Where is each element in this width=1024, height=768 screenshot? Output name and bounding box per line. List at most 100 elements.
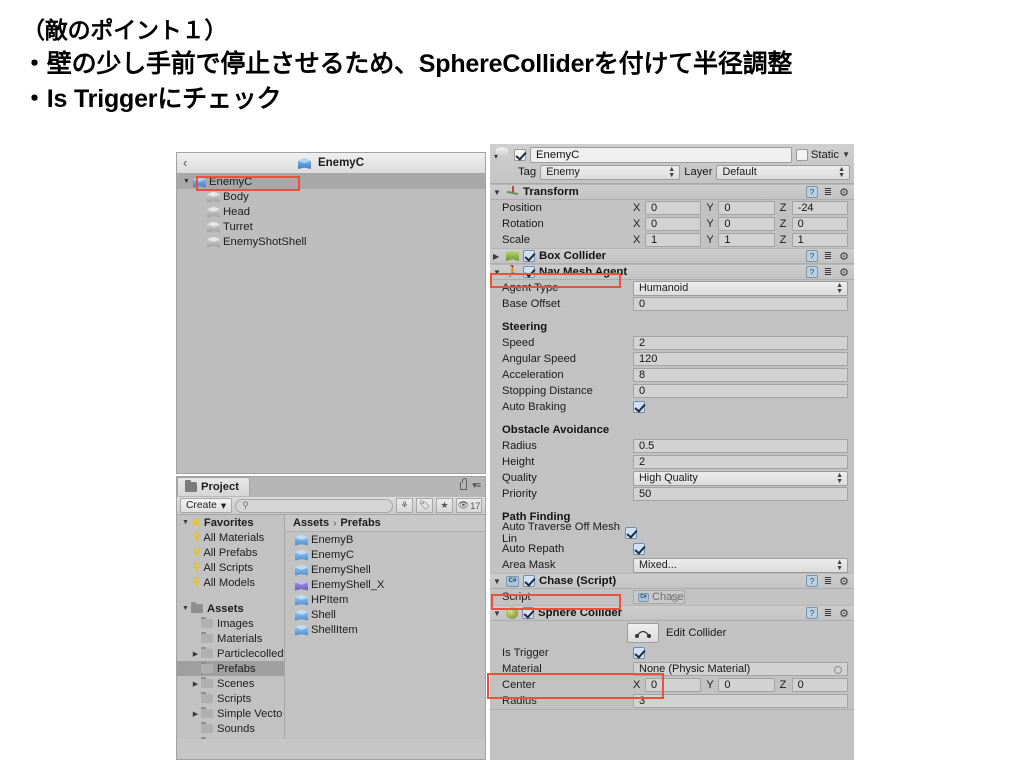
static-toggle[interactable]: Static ▼: [795, 148, 850, 161]
y-input[interactable]: 0: [718, 217, 775, 231]
triangle-down-icon[interactable]: ▼: [493, 609, 502, 618]
component-header-transform[interactable]: ▼ Transform? ≣ ⚙: [490, 184, 854, 200]
tree-folder-scenes[interactable]: ▶ Scenes: [177, 676, 284, 691]
hierarchy-item-body[interactable]: Body: [177, 189, 485, 204]
x-input[interactable]: 0: [645, 201, 702, 215]
y-input[interactable]: 1: [718, 233, 775, 247]
tree-favorites[interactable]: ▼ ★ Favorites: [177, 515, 284, 530]
x-input[interactable]: 0: [645, 217, 702, 231]
property-object-field[interactable]: C# Chase: [633, 590, 685, 604]
property-checkbox[interactable]: [633, 401, 645, 413]
tree-folder-sounds[interactable]: Sounds: [177, 721, 284, 736]
y-input[interactable]: 0: [718, 678, 775, 692]
component-header-nav-mesh-agent[interactable]: ▼ 🏃 Nav Mesh Agent? ≣ ⚙: [490, 264, 854, 280]
property-dropdown[interactable]: Humanoid ▲ ▼: [633, 280, 848, 296]
asset-item-enemyb[interactable]: EnemyB: [285, 532, 485, 547]
tree-folder-scripts[interactable]: Scripts: [177, 691, 284, 706]
tree-favorite-all-materials[interactable]: ⚲ All Materials: [177, 530, 284, 545]
gear-icon[interactable]: ⚙: [838, 186, 850, 199]
help-icon[interactable]: ?: [806, 607, 818, 619]
property-input[interactable]: 120: [633, 352, 848, 366]
property-object-field[interactable]: None (Physic Material): [633, 662, 848, 676]
z-input[interactable]: 0: [791, 217, 848, 231]
triangle-right-icon[interactable]: ▶: [190, 680, 201, 688]
preset-icon[interactable]: ≣: [822, 575, 834, 587]
triangle-down-icon[interactable]: ▼: [493, 188, 502, 197]
visibility-icon[interactable]: 👁 17: [456, 498, 482, 513]
tree-assets[interactable]: ▼ Assets: [177, 601, 284, 616]
static-checkbox[interactable]: [795, 148, 808, 161]
property-input[interactable]: 2: [633, 336, 848, 350]
triangle-down-icon[interactable]: ▼: [493, 577, 502, 586]
tag-dropdown[interactable]: Enemy ▲ ▼: [540, 164, 681, 180]
z-input[interactable]: -24: [791, 201, 848, 215]
tree-folder-prefabs[interactable]: Prefabs: [177, 661, 284, 676]
breadcrumb-item-assets[interactable]: Assets: [293, 517, 329, 529]
favorite-filter-icon[interactable]: ★: [436, 498, 453, 513]
property-input[interactable]: 2: [633, 455, 848, 469]
breadcrumb-item-prefabs[interactable]: Prefabs: [340, 517, 380, 529]
asset-item-enemyc[interactable]: EnemyC: [285, 547, 485, 562]
lock-icon[interactable]: [460, 477, 468, 490]
tree-folder-materials[interactable]: Materials: [177, 631, 284, 646]
gear-icon[interactable]: ⚙: [838, 250, 850, 263]
x-input[interactable]: 1: [645, 233, 702, 247]
hierarchy-item-enemyc[interactable]: ▼ EnemyC: [177, 174, 485, 189]
create-button[interactable]: Create ▾: [180, 498, 233, 513]
tree-favorite-all-models[interactable]: ⚲ All Models: [177, 575, 284, 590]
tree-folder-warfx[interactable]: ▶WarFX: [177, 736, 284, 739]
asset-item-enemyshell_x[interactable]: EnemyShell_X: [285, 577, 485, 592]
asset-item-shell[interactable]: Shell: [285, 607, 485, 622]
hierarchy-item-turret[interactable]: Turret: [177, 219, 485, 234]
object-picker-icon[interactable]: [834, 666, 842, 674]
edit-collider-button[interactable]: [627, 623, 659, 643]
component-enabled-checkbox[interactable]: [523, 266, 535, 278]
gear-icon[interactable]: ⚙: [838, 266, 850, 279]
property-checkbox[interactable]: [633, 543, 645, 555]
preset-icon[interactable]: ≣: [822, 186, 834, 198]
asset-item-shellitem[interactable]: ShellItem: [285, 622, 485, 637]
z-input[interactable]: 1: [791, 233, 848, 247]
x-input[interactable]: 0: [645, 678, 702, 692]
tree-folder-simple-vecto[interactable]: ▶ Simple Vecto: [177, 706, 284, 721]
property-input[interactable]: 3: [633, 694, 848, 708]
property-input[interactable]: 0: [633, 297, 848, 311]
tree-folder-images[interactable]: Images: [177, 616, 284, 631]
property-dropdown[interactable]: High Quality ▲ ▼: [633, 470, 848, 486]
search-input[interactable]: ⚲: [235, 498, 393, 513]
z-input[interactable]: 0: [791, 678, 848, 692]
object-picker-icon[interactable]: [670, 594, 679, 602]
component-header-sphere-collider[interactable]: ▼ Sphere Collider? ≣ ⚙: [490, 605, 854, 621]
property-checkbox[interactable]: [633, 647, 645, 659]
preset-icon[interactable]: ≣: [822, 266, 834, 278]
preset-icon[interactable]: ≣: [822, 607, 834, 619]
object-name-field[interactable]: EnemyC: [530, 146, 792, 163]
preset-icon[interactable]: ≣: [822, 250, 834, 262]
triangle-right-icon[interactable]: ▶: [190, 710, 201, 718]
triangle-right-icon[interactable]: ▶: [190, 650, 201, 658]
help-icon[interactable]: ?: [806, 266, 818, 278]
gear-icon[interactable]: ⚙: [838, 575, 850, 588]
layer-dropdown[interactable]: Default ▲ ▼: [716, 164, 850, 180]
options-menu-icon[interactable]: ▾≡: [472, 480, 481, 491]
property-input[interactable]: 50: [633, 487, 848, 501]
triangle-down-icon[interactable]: ▼: [180, 605, 191, 612]
y-input[interactable]: 0: [718, 201, 775, 215]
component-header-chase-script[interactable]: ▼ C# Chase (Script)? ≣ ⚙: [490, 573, 854, 589]
hierarchy-item-enemyshotshell[interactable]: EnemyShotShell: [177, 234, 485, 249]
label-filter-icon[interactable]: 🏷: [416, 498, 433, 513]
gear-icon[interactable]: ⚙: [838, 607, 850, 620]
tree-favorite-all-scripts[interactable]: ⚲ All Scripts: [177, 560, 284, 575]
property-input[interactable]: 8: [633, 368, 848, 382]
property-checkbox[interactable]: [625, 527, 637, 539]
object-enabled-checkbox[interactable]: [514, 148, 526, 161]
triangle-right-icon[interactable]: ▶: [493, 252, 502, 261]
3d-object-filter-icon[interactable]: ⚘: [396, 498, 413, 513]
triangle-down-icon[interactable]: ▼: [493, 268, 502, 277]
triangle-down-icon[interactable]: ▼: [180, 519, 191, 526]
property-input[interactable]: 0.5: [633, 439, 848, 453]
component-enabled-checkbox[interactable]: [522, 607, 534, 619]
tree-favorite-all-prefabs[interactable]: ⚲ All Prefabs: [177, 545, 284, 560]
component-header-box-collider[interactable]: ▶ Box Collider? ≣ ⚙: [490, 248, 854, 264]
hierarchy-item-head[interactable]: Head: [177, 204, 485, 219]
